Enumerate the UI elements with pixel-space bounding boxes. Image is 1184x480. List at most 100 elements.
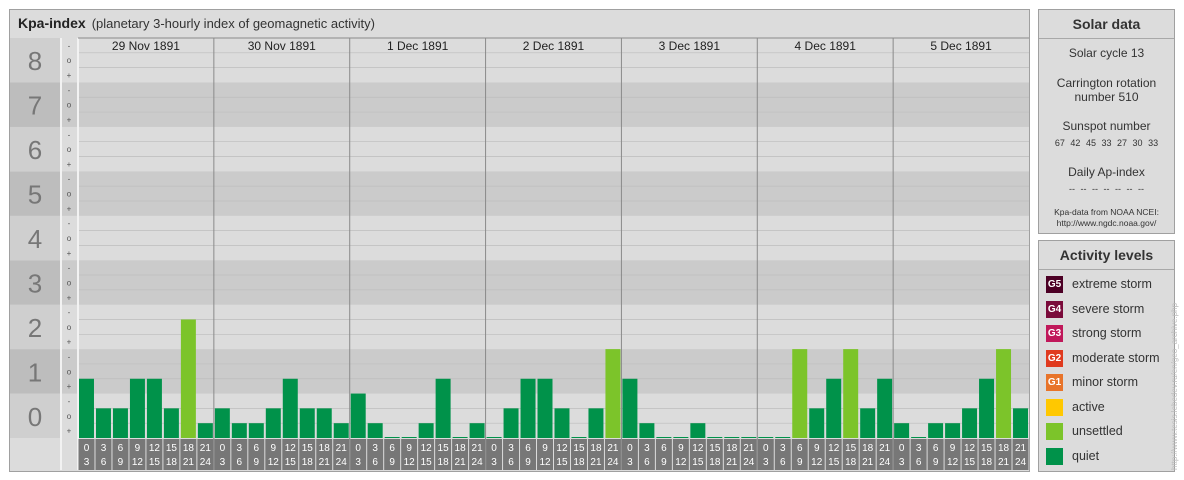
solar-cycle: Solar cycle 13 <box>1068 46 1145 60</box>
interval-start-label: 9 <box>542 443 548 454</box>
y-tick-label: 3 <box>28 268 42 298</box>
ap-value: -- <box>1080 184 1087 194</box>
interval-end-label: 21 <box>862 457 874 468</box>
carrington-rotation-number: number 510 <box>1074 90 1139 104</box>
kp-bar <box>843 349 859 438</box>
interval-end-label: 21 <box>726 457 738 468</box>
day-label: 3 Dec 1891 <box>659 39 721 53</box>
kp-bar <box>554 408 570 438</box>
interval-end-label: 21 <box>590 457 602 468</box>
interval-end-label: 9 <box>254 457 260 468</box>
kp-bar <box>180 319 196 438</box>
level-minor-storm: G1 minor storm <box>1039 371 1174 396</box>
interval-start-label: 18 <box>998 443 1010 454</box>
interval-end-label: 15 <box>149 457 161 468</box>
interval-start-label: 0 <box>627 443 633 454</box>
interval-start-label: 15 <box>845 443 857 454</box>
data-source-url: http://www.ngdc.noaa.gov/ <box>1056 218 1157 228</box>
interval-end-label: 12 <box>132 457 144 468</box>
level-swatch <box>1046 423 1063 440</box>
day-label: 5 Dec 1891 <box>930 39 992 53</box>
interval-end-label: 15 <box>285 457 297 468</box>
interval-end-label: 18 <box>709 457 721 468</box>
interval-end-label: 6 <box>508 457 514 468</box>
band-stripe <box>10 126 1029 172</box>
interval-start-label: 3 <box>508 443 514 454</box>
kp-bar <box>605 349 621 438</box>
band-edge <box>10 38 60 39</box>
kp-bar <box>707 437 723 438</box>
level-extreme-storm: G5 extreme storm <box>1039 273 1174 298</box>
interval-start-label: 21 <box>200 443 212 454</box>
sub-tick-label: - <box>68 397 71 406</box>
kp-bar <box>265 408 281 438</box>
level-swatch: G3 <box>1046 325 1063 342</box>
interval-end-label: 18 <box>981 457 993 468</box>
interval-start-label: 6 <box>797 443 803 454</box>
sub-tick-label: o <box>67 367 72 376</box>
interval-end-label: 12 <box>947 457 959 468</box>
interval-start-label: 9 <box>950 443 956 454</box>
kp-bar <box>112 408 128 438</box>
interval-start-label: 3 <box>237 443 243 454</box>
interval-end-label: 15 <box>964 457 976 468</box>
level-swatch <box>1046 398 1063 416</box>
interval-start-label: 9 <box>271 443 277 454</box>
interval-start-label: 21 <box>879 443 891 454</box>
kp-bar <box>656 437 672 438</box>
kp-bar <box>418 423 434 438</box>
interval-start-label: 21 <box>472 443 484 454</box>
interval-end-label: 9 <box>525 457 531 468</box>
kp-bar <box>95 408 111 438</box>
sunspot-value: 67 <box>1054 138 1065 148</box>
level-active: active <box>1039 396 1174 421</box>
interval-start-label: 12 <box>285 443 297 454</box>
interval-start-label: 9 <box>406 443 412 454</box>
sub-tick-label: + <box>67 293 72 302</box>
interval-end-label: 24 <box>1015 457 1027 468</box>
kp-bar <box>622 378 638 438</box>
interval-start-label: 21 <box>336 443 348 454</box>
sub-tick-label: - <box>68 353 71 362</box>
interval-end-label: 18 <box>573 457 585 468</box>
kp-bar <box>860 408 876 438</box>
kpa-chart-panel: Kpa-index (planetary 3-hourly index of ge… <box>9 9 1030 472</box>
kp-bar <box>911 437 927 438</box>
interval-end-label: 6 <box>644 457 650 468</box>
interval-start-label: 18 <box>183 443 195 454</box>
level-swatch: G4 <box>1046 300 1063 318</box>
kp-bar <box>486 437 502 438</box>
sub-tick-label: - <box>68 130 71 139</box>
interval-end-label: 24 <box>879 457 891 468</box>
interval-start-label: 3 <box>372 443 378 454</box>
interval-start-label: 21 <box>743 443 755 454</box>
interval-start-label: 6 <box>525 443 531 454</box>
y-tick-label: 5 <box>28 180 42 210</box>
level-label: moderate storm <box>1072 350 1160 365</box>
kp-bar <box>792 349 808 438</box>
interval-start-label: 0 <box>220 443 226 454</box>
y-tick-label: 7 <box>28 91 42 121</box>
interval-end-label: 9 <box>661 457 667 468</box>
interval-start-label: 3 <box>916 443 922 454</box>
ap-value: -- <box>1138 184 1145 194</box>
y-tick-label: 1 <box>28 357 42 387</box>
interval-end-label: 18 <box>438 457 450 468</box>
interval-end-label: 3 <box>763 457 769 468</box>
level-label: minor storm <box>1072 375 1138 389</box>
kp-bar <box>962 408 978 438</box>
kp-bar <box>79 378 94 438</box>
interval-end-label: 3 <box>491 457 497 468</box>
level-label: strong storm <box>1072 326 1142 340</box>
interval-start-label: 6 <box>254 443 260 454</box>
interval-start-label: 15 <box>438 443 450 454</box>
sub-tick-label: + <box>67 115 72 124</box>
ap-value: -- <box>1103 184 1110 194</box>
kp-bar <box>894 423 910 438</box>
interval-start-label: 12 <box>421 443 433 454</box>
ap-value: -- <box>1115 184 1122 194</box>
interval-end-label: 12 <box>404 457 416 468</box>
interval-end-label: 15 <box>692 457 704 468</box>
interval-end-label: 3 <box>899 457 905 468</box>
level-unsettled: unsettled <box>1039 420 1174 445</box>
